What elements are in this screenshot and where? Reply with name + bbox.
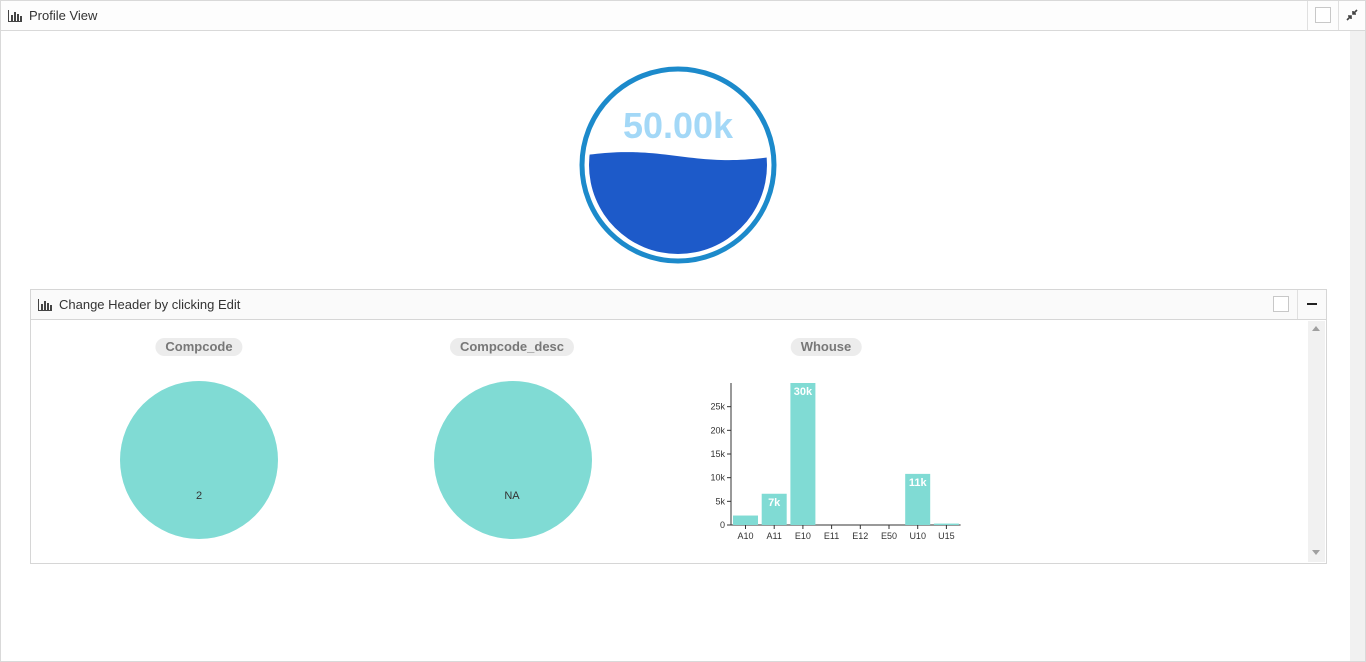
divider: [1307, 1, 1308, 30]
compcode-desc-chart-title: Compcode_desc: [449, 338, 575, 356]
bar-data-label: 11k: [909, 477, 928, 489]
y-tick-label: 15k: [710, 449, 725, 459]
compcode-slice-label: 2: [195, 490, 203, 502]
panel-select-checkbox[interactable]: [1315, 7, 1331, 23]
inner-scrollbar[interactable]: [1308, 321, 1325, 562]
profile-view-panel: Profile View 50.00k Change Header by cli…: [0, 0, 1366, 662]
bar-data-label: 7k: [768, 497, 781, 509]
x-tick-label: U15: [938, 531, 955, 541]
liquid-gauge: 50.00k: [579, 66, 777, 264]
panel-title: Profile View: [29, 8, 98, 23]
panel-select-checkbox[interactable]: [1273, 296, 1289, 312]
y-tick-label: 5k: [715, 496, 725, 506]
y-tick-label: 0: [720, 520, 725, 530]
scroll-up-arrow-icon[interactable]: [1312, 325, 1320, 331]
panel-scrollbar[interactable]: [1350, 31, 1365, 661]
bar-chart-icon: [38, 299, 52, 311]
compcode-chart-title: Compcode: [155, 338, 243, 356]
minimize-icon[interactable]: [1307, 303, 1317, 305]
scroll-down-arrow-icon[interactable]: [1312, 550, 1320, 556]
gauge-value: 50.00k: [623, 105, 734, 146]
change-header-panel: Change Header by clicking Edit Compcode …: [30, 289, 1327, 564]
profile-view-header: Profile View: [1, 1, 1365, 31]
x-tick-label: E11: [824, 531, 839, 541]
gauge-fill: [589, 152, 767, 254]
whouse-bar: [733, 515, 758, 525]
x-tick-label: A10: [737, 531, 753, 541]
y-tick-label: 10k: [710, 473, 725, 483]
compcode-pie-slice: [120, 381, 278, 539]
x-tick-label: E12: [852, 531, 868, 541]
x-tick-label: U10: [909, 531, 926, 541]
x-tick-label: A11: [767, 531, 782, 541]
compcode-desc-pie-slice: [434, 381, 592, 539]
panel-title[interactable]: Change Header by clicking Edit: [59, 297, 240, 312]
whouse-bar-chart: 0 5k 10k 15k 20k 25k A10 7k A11 30k E10 E11 E12 E50 11…: [710, 383, 961, 541]
y-tick-label: 20k: [710, 425, 725, 435]
whouse-bar: [790, 383, 816, 525]
x-tick-label: E10: [795, 531, 811, 541]
whouse-bar: [933, 523, 959, 525]
x-tick-label: E50: [881, 531, 897, 541]
divider: [1338, 1, 1339, 30]
change-header-panel-header: Change Header by clicking Edit: [31, 290, 1326, 320]
bar-chart-icon: [8, 10, 22, 22]
collapse-icon[interactable]: [1346, 9, 1358, 21]
whouse-chart-title: Whouse: [790, 338, 862, 356]
y-tick-label: 25k: [710, 402, 725, 412]
bar-data-label: 30k: [794, 386, 813, 398]
divider: [1297, 290, 1298, 319]
compcode-desc-slice-label: NA: [504, 490, 520, 502]
